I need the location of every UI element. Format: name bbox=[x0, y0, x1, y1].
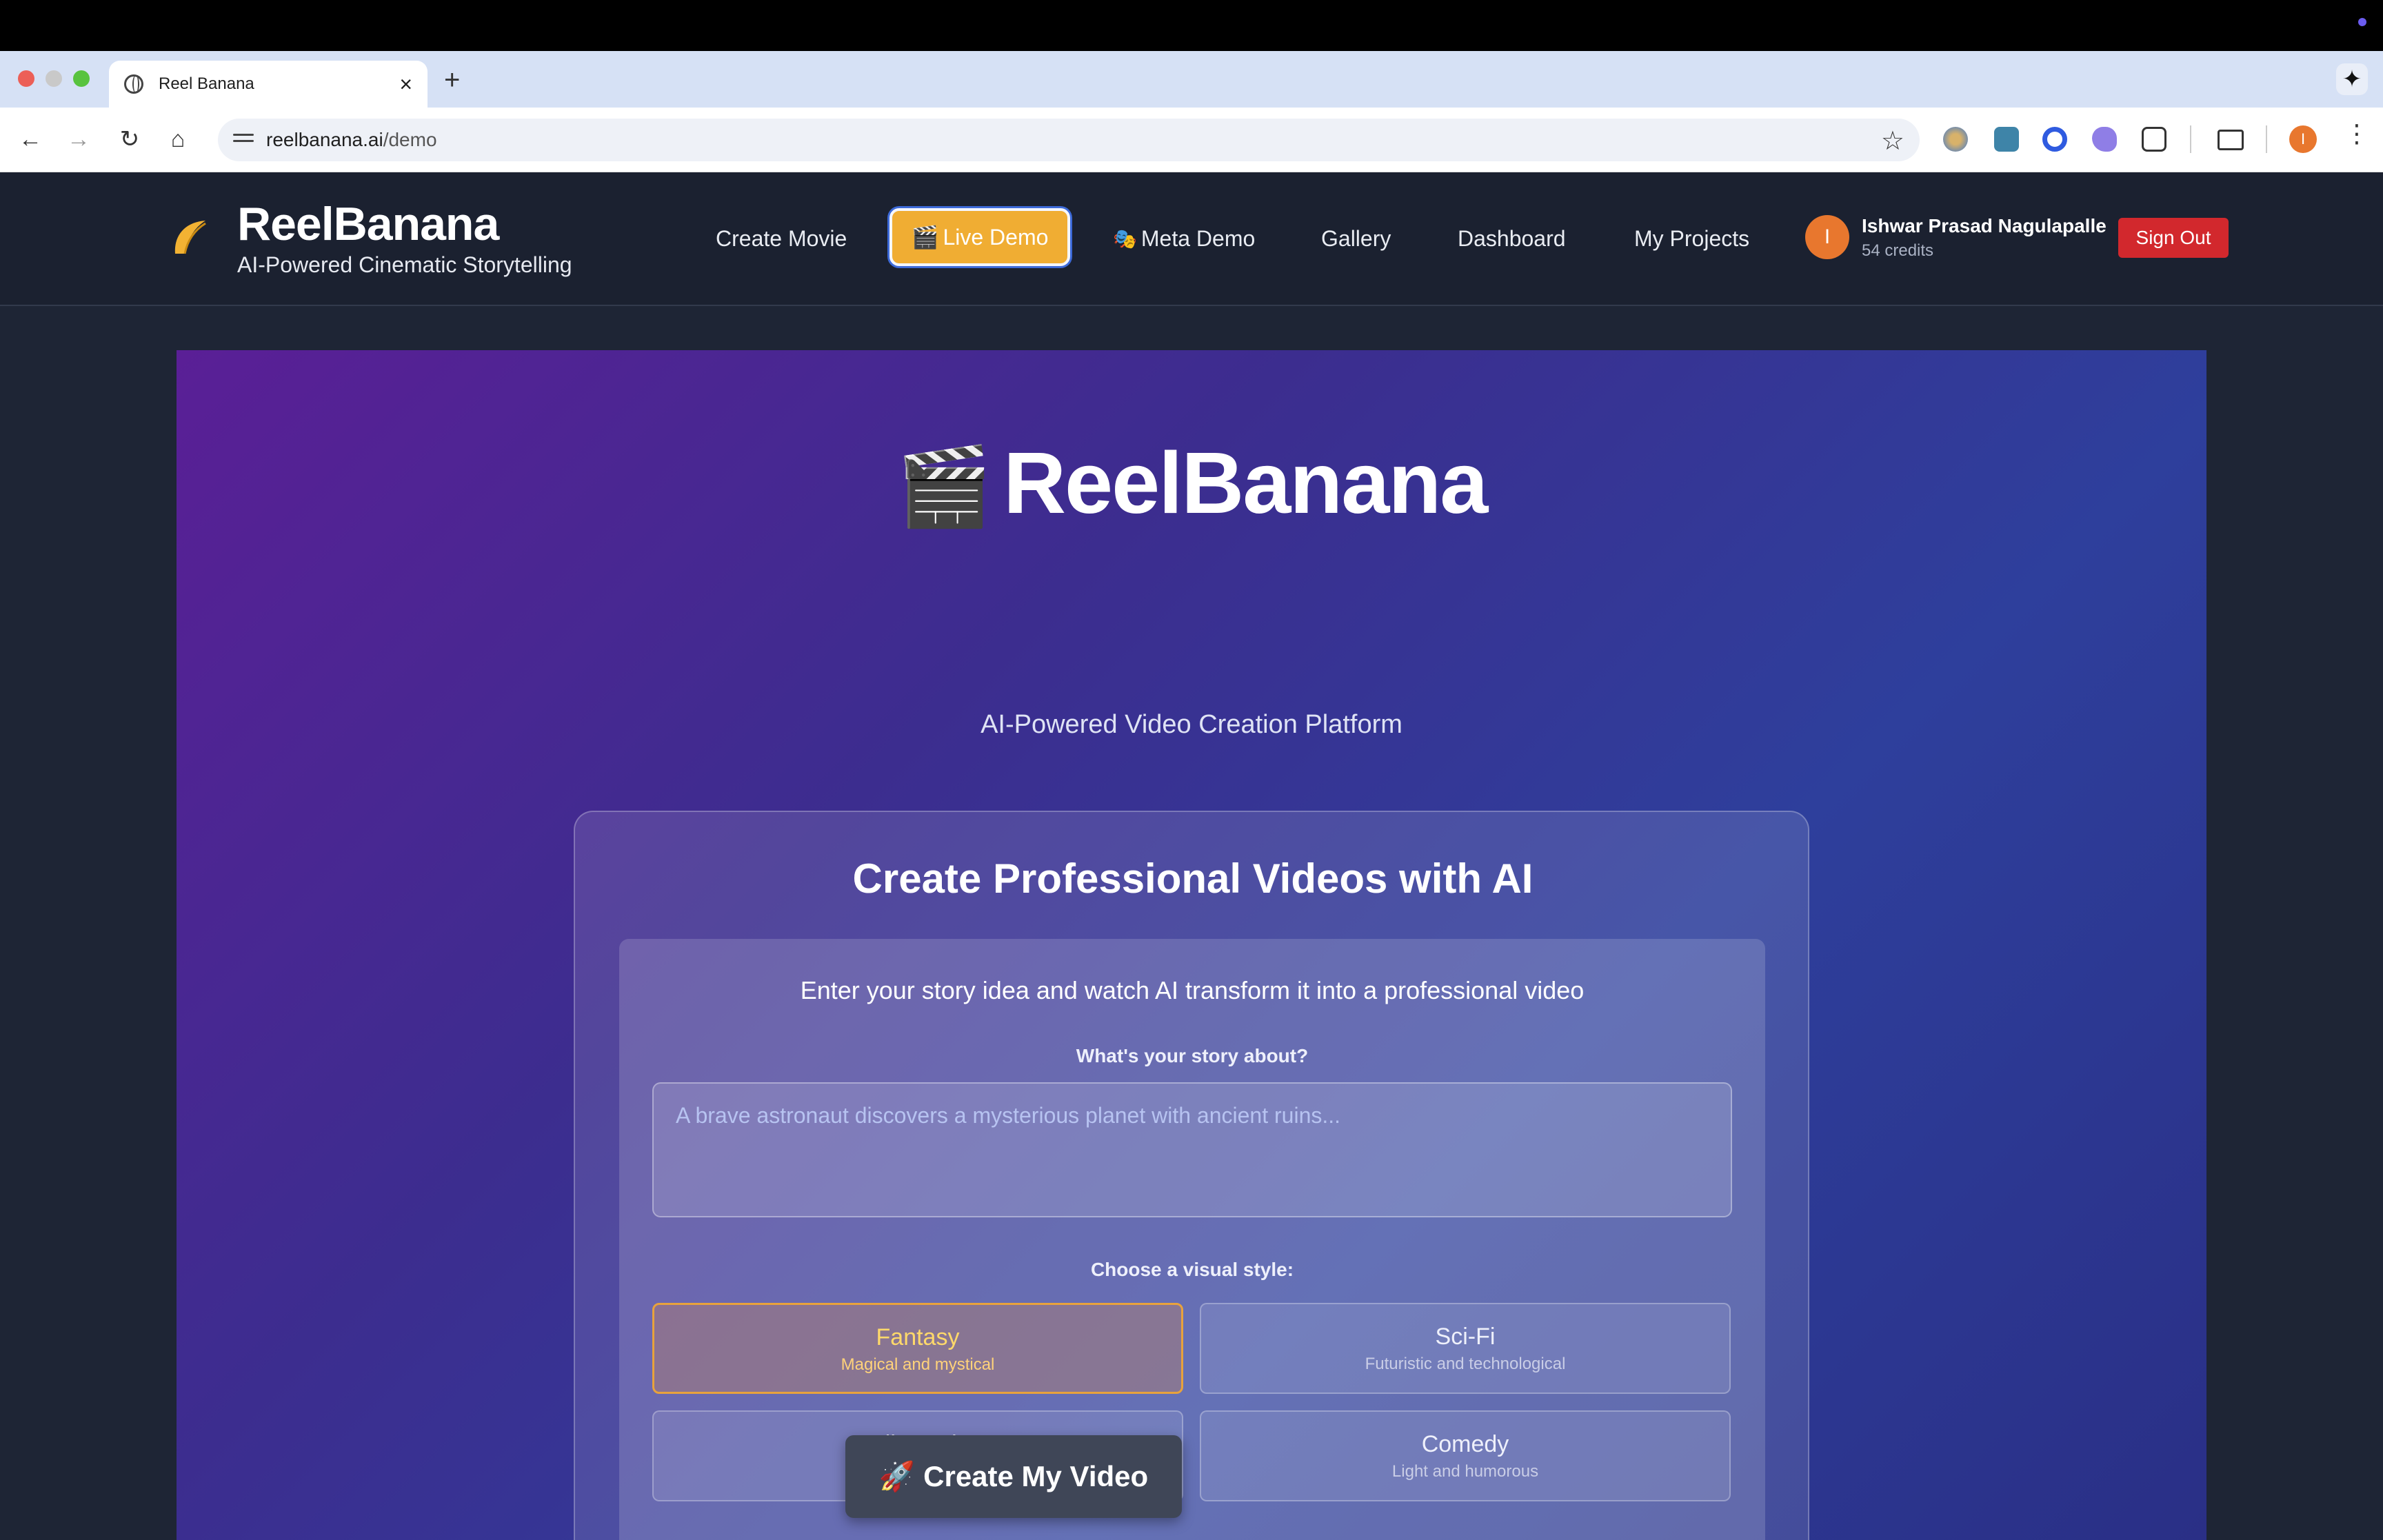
window-minimize-button[interactable] bbox=[46, 70, 62, 87]
back-arrow-icon[interactable]: ← bbox=[14, 123, 47, 156]
nav-live-demo-label: Live Demo bbox=[943, 224, 1049, 250]
browser-profile-avatar[interactable]: I bbox=[2289, 125, 2317, 153]
tab-title: Reel Banana bbox=[159, 74, 254, 93]
user-avatar[interactable]: I bbox=[1805, 215, 1849, 259]
address-bar[interactable]: reelbanana.ai/demo ☆ bbox=[218, 119, 1920, 161]
style-option-fantasy[interactable]: Fantasy Magical and mystical bbox=[652, 1303, 1183, 1394]
user-name: Ishwar Prasad Nagulapalle bbox=[1862, 215, 2107, 236]
extensions-puzzle-icon[interactable] bbox=[2142, 127, 2166, 152]
browser-menu-icon[interactable]: ⋮ bbox=[2344, 121, 2369, 146]
form-description: Enter your story idea and watch AI trans… bbox=[800, 976, 1585, 1004]
brand-tagline: AI-Powered Cinematic Storytelling bbox=[237, 252, 572, 277]
create-video-card: Create Professional Videos with AI Enter… bbox=[574, 811, 1809, 1540]
story-form: Enter your story idea and watch AI trans… bbox=[619, 939, 1765, 1540]
clapperboard-icon: 🎬 bbox=[911, 225, 939, 250]
browser-tab-strip: Reel Banana × + ✦ bbox=[0, 51, 2383, 108]
tab-close-icon[interactable]: × bbox=[399, 73, 412, 95]
hero-title: 🎬 ReelBanana bbox=[896, 434, 1489, 531]
clapperboard-icon: 🎬 bbox=[896, 443, 992, 529]
brand-name[interactable]: ReelBanana bbox=[237, 197, 499, 251]
rocket-icon: 🚀 bbox=[878, 1459, 916, 1492]
globe-icon bbox=[124, 74, 143, 94]
bookmark-star-icon[interactable]: ☆ bbox=[1881, 125, 1904, 156]
new-tab-button[interactable]: + bbox=[444, 66, 460, 94]
user-credits: 54 credits bbox=[1862, 241, 1934, 260]
hero-panel: 🎬 ReelBanana AI-Powered Video Creation Pl… bbox=[177, 350, 2206, 1540]
nav-gallery[interactable]: Gallery bbox=[1321, 210, 1391, 267]
nav-meta-demo[interactable]: 🎭 Meta Demo bbox=[1113, 210, 1255, 267]
reload-icon[interactable]: ↻ bbox=[113, 123, 146, 156]
app-page: ReelBanana AI-Powered Cinematic Storytel… bbox=[0, 172, 2383, 1540]
nav-live-demo-button[interactable]: 🎬 Live Demo bbox=[889, 208, 1070, 266]
sign-out-button[interactable]: Sign Out bbox=[2118, 218, 2229, 258]
create-button-label: Create My Video bbox=[923, 1460, 1149, 1492]
extension-ring-icon[interactable] bbox=[2042, 127, 2067, 152]
browser-toolbar: ← → ↻ ⌂ reelbanana.ai/demo ☆ I ⋮ bbox=[0, 108, 2383, 172]
create-my-video-button[interactable]: 🚀 Create My Video bbox=[845, 1435, 1182, 1518]
extension-translate-icon[interactable] bbox=[1994, 127, 2019, 152]
style-label: Choose a visual style: bbox=[1090, 1259, 1294, 1280]
os-menu-bar bbox=[0, 0, 2383, 51]
home-icon[interactable]: ⌂ bbox=[161, 123, 194, 156]
nav-my-projects[interactable]: My Projects bbox=[1634, 210, 1749, 267]
extension-globe-icon[interactable] bbox=[1943, 127, 1968, 152]
app-header: ReelBanana AI-Powered Cinematic Storytel… bbox=[0, 172, 2383, 306]
banana-logo-icon bbox=[174, 221, 206, 254]
tab-search-icon[interactable] bbox=[2218, 130, 2244, 150]
forward-arrow-icon[interactable]: → bbox=[62, 123, 95, 156]
card-title: Create Professional Videos with AI bbox=[852, 855, 1534, 902]
style-option-comedy[interactable]: Comedy Light and humorous bbox=[1200, 1410, 1731, 1501]
window-maximize-button[interactable] bbox=[73, 70, 90, 87]
url-text: reelbanana.ai/demo bbox=[266, 129, 437, 150]
window-close-button[interactable] bbox=[18, 70, 34, 87]
style-option-sci-fi[interactable]: Sci-Fi Futuristic and technological bbox=[1200, 1303, 1731, 1394]
nav-dashboard[interactable]: Dashboard bbox=[1458, 210, 1566, 267]
toolbar-divider bbox=[2190, 125, 2191, 153]
status-dot-icon bbox=[2358, 18, 2366, 26]
story-label: What's your story about? bbox=[1076, 1045, 1309, 1066]
extension-blob-icon[interactable] bbox=[2092, 127, 2117, 152]
browser-tab[interactable]: Reel Banana × bbox=[109, 61, 428, 108]
story-input[interactable] bbox=[652, 1082, 1732, 1217]
toolbar-divider bbox=[2266, 125, 2267, 153]
hero-subtitle: AI-Powered Video Creation Platform bbox=[981, 710, 1402, 739]
sparkle-icon[interactable]: ✦ bbox=[2336, 63, 2368, 95]
theater-masks-icon: 🎭 bbox=[1113, 227, 1137, 250]
site-settings-icon[interactable] bbox=[233, 130, 254, 150]
nav-create-movie[interactable]: Create Movie bbox=[716, 210, 847, 267]
